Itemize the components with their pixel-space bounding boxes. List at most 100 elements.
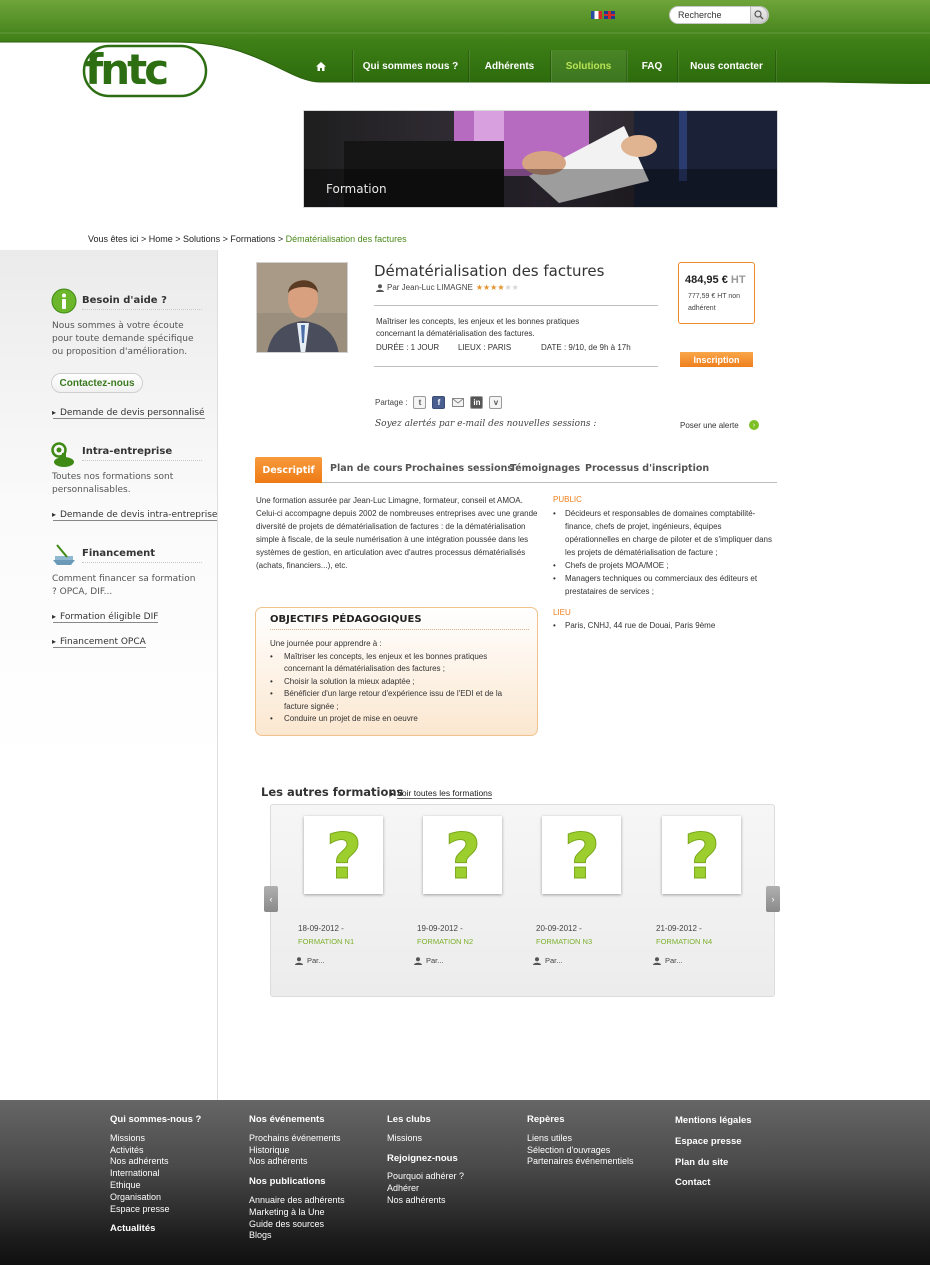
list-item: Paris, CNHJ, 44 rue de Douai, Paris 9ème	[553, 619, 775, 632]
see-all-trainings-link[interactable]: |▸ Voir toutes les formations	[389, 788, 493, 799]
nav-solutions[interactable]: Solutions	[551, 50, 627, 82]
footer-link[interactable]: Prochains événements	[249, 1133, 345, 1145]
dif-link[interactable]: Formation éligible DIF	[52, 612, 159, 623]
footer-link[interactable]: Missions	[387, 1133, 464, 1145]
objectifs-rule	[270, 629, 529, 630]
nav-adherents[interactable]: Adhérents	[469, 50, 551, 82]
training-name[interactable]: FORMATION N4	[656, 937, 712, 946]
course-rule-top	[374, 305, 658, 306]
tab-prochaines-sessions[interactable]: Prochaines sessions	[405, 463, 513, 474]
trainer-photo	[256, 262, 348, 353]
footer-heading[interactable]: Nos événements	[249, 1114, 345, 1126]
nav-home[interactable]	[289, 50, 353, 82]
footer-link[interactable]: International	[110, 1168, 201, 1180]
star-icon[interactable]: ★	[512, 283, 519, 292]
training-thumbnail[interactable]: ?	[423, 816, 502, 894]
footer-link[interactable]: Guide des sources	[249, 1219, 345, 1231]
footer-link[interactable]: Blogs	[249, 1230, 345, 1242]
search-button[interactable]	[750, 6, 768, 24]
footer-link[interactable]: Missions	[110, 1133, 201, 1145]
training-thumbnail[interactable]: ?	[542, 816, 621, 894]
inscription-button[interactable]: Inscription	[680, 352, 753, 367]
page-banner: Formation	[303, 110, 778, 208]
public-list: Décideurs et responsables de domaines co…	[553, 507, 775, 598]
tab-temoignages[interactable]: Témoignages	[510, 463, 580, 474]
footer-link[interactable]: Nos adhérents	[387, 1195, 464, 1207]
footer-heading[interactable]: Repères	[527, 1114, 634, 1126]
fntc-logo[interactable]: fntc	[82, 44, 210, 100]
training-thumbnail[interactable]: ?	[662, 816, 741, 894]
training-date: 18-09-2012 -	[298, 924, 344, 933]
footer-link[interactable]: Partenaires événementiels	[527, 1156, 634, 1168]
footer-link[interactable]: Liens utiles	[527, 1133, 634, 1145]
quote-request-link[interactable]: Demande de devis personnalisé	[52, 408, 205, 419]
course-author[interactable]: Par Jean-Luc LIMAGNE	[387, 283, 473, 292]
viadeo-icon[interactable]: v	[489, 396, 503, 409]
footer-heading[interactable]: Plan du site	[675, 1157, 752, 1169]
footer-link[interactable]: Annuaire des adhérents	[249, 1195, 345, 1207]
search-input[interactable]	[678, 10, 744, 20]
star-icon[interactable]: ★	[476, 283, 483, 292]
training-author-label: Par...	[665, 956, 683, 965]
footer-link[interactable]: Organisation	[110, 1192, 201, 1204]
footer-link[interactable]: Pourquoi adhérer ?	[387, 1171, 464, 1183]
financement-icon	[53, 544, 75, 565]
english-flag-icon[interactable]	[604, 11, 615, 19]
svg-text:?: ?	[326, 826, 362, 884]
footer-heading[interactable]: Les clubs	[387, 1114, 464, 1126]
carousel-next-button[interactable]: ›	[766, 886, 780, 912]
footer-heading[interactable]: Nos publications	[249, 1176, 345, 1188]
intra-quote-link[interactable]: Demande de devis intra-entreprise	[52, 510, 218, 521]
footer-link[interactable]: Ethique	[110, 1180, 201, 1192]
star-icon[interactable]: ★	[497, 283, 504, 292]
svg-text:?: ?	[564, 826, 600, 884]
training-name[interactable]: FORMATION N1	[298, 937, 354, 946]
footer-link[interactable]: Espace presse	[110, 1204, 201, 1216]
training-name[interactable]: FORMATION N3	[536, 937, 592, 946]
contact-button[interactable]: Contactez-nous	[51, 373, 143, 393]
financement-text: Comment financer sa formation ? OPCA, DI…	[52, 574, 196, 597]
footer-link[interactable]: Marketing à la Une	[249, 1207, 345, 1219]
opca-link[interactable]: Financement OPCA	[52, 637, 146, 648]
nav-qui-sommes-nous[interactable]: Qui sommes nous ?	[353, 50, 469, 82]
footer-link[interactable]: Nos adhérents	[110, 1156, 201, 1168]
footer-link[interactable]: Activités	[110, 1145, 201, 1157]
footer-heading[interactable]: Actualités	[110, 1223, 201, 1235]
carousel-prev-button[interactable]: ‹	[264, 886, 278, 912]
footer-link[interactable]: Historique	[249, 1145, 345, 1157]
footer-link[interactable]: Nos adhérents	[249, 1156, 345, 1168]
nav-nous-contacter[interactable]: Nous contacter	[678, 50, 776, 82]
see-all-label: Voir toutes les formations	[396, 788, 493, 799]
svg-text:?: ?	[684, 826, 720, 884]
french-flag-icon[interactable]	[591, 11, 602, 19]
facebook-icon[interactable]: f	[432, 396, 446, 409]
footer-heading[interactable]: Mentions légales	[675, 1115, 752, 1127]
training-name[interactable]: FORMATION N2	[417, 937, 473, 946]
question-mark-icon: ?	[444, 826, 481, 884]
arrow-right-icon[interactable]: ›	[749, 420, 759, 430]
question-mark-icon: ?	[325, 826, 362, 884]
opca-label: Financement OPCA	[53, 637, 146, 648]
breadcrumb-path[interactable]: Vous êtes ici > Home > Solutions > Forma…	[88, 234, 286, 244]
set-alert-link[interactable]: Poser une alerte	[680, 421, 739, 430]
tab-processus-inscription[interactable]: Processus d'inscription	[585, 463, 709, 474]
training-date: 19-09-2012 -	[417, 924, 463, 933]
rating-stars[interactable]: ★★★★★★	[476, 283, 519, 292]
twitter-icon[interactable]: t	[413, 396, 427, 409]
footer-link[interactable]: Sélection d'ouvrages	[527, 1145, 634, 1157]
tab-plan-de-cours[interactable]: Plan de cours	[330, 463, 403, 474]
footer-col-about: Qui sommes-nous ? Missions Activités Nos…	[110, 1114, 201, 1242]
linkedin-icon[interactable]: in	[470, 396, 484, 409]
nav-faq[interactable]: FAQ	[627, 50, 678, 82]
training-thumbnail[interactable]: ?	[304, 816, 383, 894]
language-switcher	[591, 11, 615, 19]
footer-heading[interactable]: Contact	[675, 1177, 752, 1189]
email-icon[interactable]	[451, 396, 464, 409]
footer-heading[interactable]: Qui sommes-nous ?	[110, 1114, 201, 1126]
star-icon[interactable]: ★	[505, 283, 512, 292]
footer-link[interactable]: Adhérer	[387, 1183, 464, 1195]
course-tabs: Descriptif Plan de cours Prochaines sess…	[255, 457, 777, 483]
tab-descriptif[interactable]: Descriptif	[255, 457, 322, 483]
footer-heading[interactable]: Rejoignez-nous	[387, 1153, 464, 1165]
footer-heading[interactable]: Espace presse	[675, 1136, 752, 1148]
